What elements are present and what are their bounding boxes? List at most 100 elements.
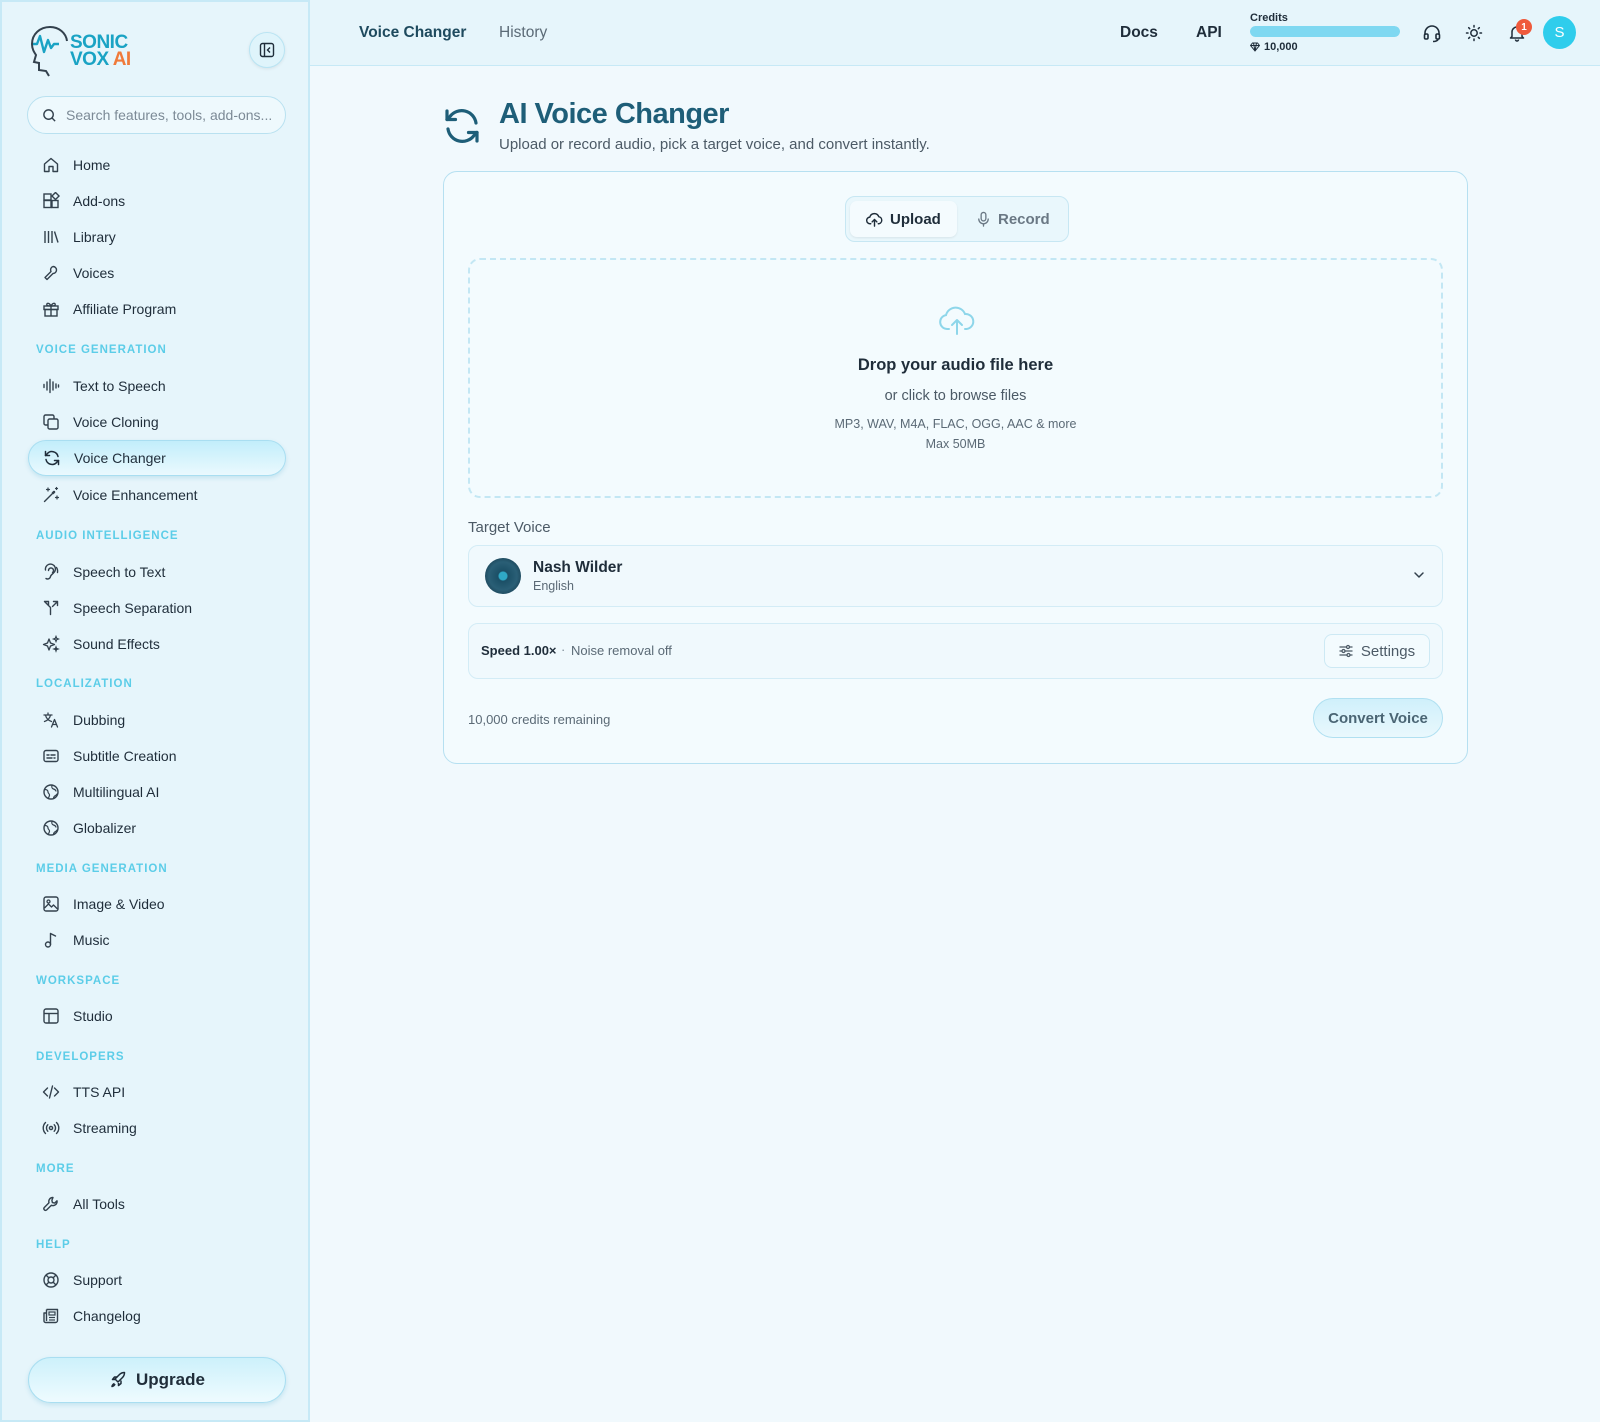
credits-progress-fill bbox=[1250, 26, 1400, 37]
sidebar-item-voices[interactable]: Voices bbox=[28, 255, 286, 291]
upload-tab-label: Upload bbox=[890, 210, 941, 228]
sidebar-item-image-video[interactable]: Image & Video bbox=[28, 886, 286, 922]
magic-wand-icon bbox=[43, 486, 60, 503]
broadcast-icon bbox=[42, 1121, 60, 1135]
section-title-localization: LOCALIZATION bbox=[36, 678, 133, 690]
sidebar-item-home[interactable]: Home bbox=[28, 147, 286, 183]
sidebar-item-subtitle-creation[interactable]: Subtitle Creation bbox=[28, 738, 286, 774]
voices-icon bbox=[44, 265, 58, 281]
record-tab[interactable]: Record bbox=[960, 201, 1066, 237]
sidebar-item-voice-changer[interactable]: Voice Changer bbox=[28, 440, 286, 476]
sidebar-item-add-ons[interactable]: Add-ons bbox=[28, 183, 286, 219]
cloud-upload-icon bbox=[866, 212, 883, 227]
audio-dropzone[interactable]: Drop your audio file here or click to br… bbox=[468, 258, 1443, 498]
split-icon bbox=[43, 600, 59, 616]
sidebar-item-label: Voices bbox=[73, 265, 115, 281]
target-voice-select[interactable]: Nash Wilder English bbox=[468, 545, 1443, 607]
subtitles-icon bbox=[43, 749, 59, 763]
upload-tab[interactable]: Upload bbox=[850, 201, 957, 237]
settings-button-label: Settings bbox=[1360, 642, 1416, 660]
sidebar-item-support[interactable]: Support bbox=[28, 1262, 286, 1298]
docs-link[interactable]: Docs bbox=[1120, 24, 1158, 42]
code-icon bbox=[42, 1085, 60, 1099]
sidebar-item-all-tools[interactable]: All Tools bbox=[28, 1186, 286, 1222]
credits-value: 10,000 bbox=[1264, 41, 1298, 53]
sidebar-item-label: Affiliate Program bbox=[73, 301, 177, 317]
collapse-sidebar-button[interactable] bbox=[249, 32, 285, 68]
section-title-more: MORE bbox=[36, 1163, 75, 1175]
sidebar-item-text-to-speech[interactable]: Text to Speech bbox=[28, 368, 286, 404]
sidebar-item-label: Streaming bbox=[73, 1120, 137, 1136]
microphone-icon bbox=[978, 211, 989, 227]
sidebar-item-label: Text to Speech bbox=[73, 378, 166, 394]
credits-value-row: 10,000 bbox=[1250, 41, 1298, 53]
sidebar-item-multilingual-ai[interactable]: Multilingual AI bbox=[28, 774, 286, 810]
notification-count-badge: 1 bbox=[1516, 19, 1532, 35]
copy-icon bbox=[43, 414, 59, 430]
speed-value: Speed 1.00× bbox=[481, 643, 557, 658]
sidebar-item-affiliate-program[interactable]: Affiliate Program bbox=[28, 291, 286, 327]
target-voice-label: Target Voice bbox=[468, 519, 551, 536]
dropzone-title: Drop your audio file here bbox=[857, 356, 1054, 374]
input-mode-toggle: Upload Record bbox=[845, 196, 1069, 242]
sidebar-item-label: Changelog bbox=[73, 1308, 141, 1324]
sliders-icon bbox=[1339, 644, 1353, 658]
image-icon bbox=[43, 896, 59, 912]
sidebar-item-music[interactable]: Music bbox=[28, 922, 286, 958]
sidebar-item-tts-api[interactable]: TTS API bbox=[28, 1074, 286, 1110]
sidebar-item-library[interactable]: Library bbox=[28, 219, 286, 255]
headset-icon bbox=[1423, 25, 1441, 43]
noise-removal-status: Noise removal off bbox=[571, 643, 672, 658]
sidebar-item-label: Globalizer bbox=[73, 820, 137, 836]
search-input[interactable] bbox=[66, 107, 276, 123]
credits-remaining: 10,000 credits remaining bbox=[468, 712, 611, 727]
sidebar-item-dubbing[interactable]: Dubbing bbox=[28, 702, 286, 738]
globe-icon bbox=[43, 820, 59, 836]
sidebar-item-sound-effects[interactable]: Sound Effects bbox=[28, 626, 286, 662]
sidebar-item-streaming[interactable]: Streaming bbox=[28, 1110, 286, 1146]
sidebar-item-speech-to-text[interactable]: Speech to Text bbox=[28, 554, 286, 590]
user-avatar[interactable]: S bbox=[1543, 16, 1576, 49]
sidebar-item-speech-separation[interactable]: Speech Separation bbox=[28, 590, 286, 626]
page-title: AI Voice Changer bbox=[499, 98, 729, 130]
tab-history[interactable]: History bbox=[499, 24, 547, 42]
cloud-upload-icon bbox=[939, 306, 975, 335]
sidebar-item-label: Sound Effects bbox=[73, 636, 160, 652]
sidebar-item-changelog[interactable]: Changelog bbox=[28, 1298, 286, 1334]
add-ons-icon bbox=[43, 192, 60, 209]
sidebar-item-label: Image & Video bbox=[73, 896, 165, 912]
theme-toggle-button[interactable] bbox=[1461, 20, 1487, 46]
settings-button[interactable]: Settings bbox=[1324, 634, 1430, 668]
globe-icon bbox=[43, 784, 59, 800]
convert-voice-button[interactable]: Convert Voice bbox=[1313, 698, 1443, 738]
brand-logo[interactable]: SONIC VOX AI bbox=[28, 24, 138, 78]
support-headset-button[interactable] bbox=[1419, 20, 1445, 46]
gem-icon bbox=[1250, 42, 1260, 52]
record-tab-label: Record bbox=[998, 210, 1050, 228]
lifebuoy-icon bbox=[43, 1272, 59, 1288]
home-icon bbox=[43, 157, 59, 173]
music-icon bbox=[44, 932, 57, 948]
sun-icon bbox=[1465, 24, 1483, 42]
waveform-icon bbox=[43, 378, 60, 394]
upgrade-button[interactable]: Upgrade bbox=[28, 1357, 286, 1403]
voice-changer-card: Upload Record Drop your audio file here … bbox=[443, 171, 1468, 764]
layout-icon bbox=[43, 1008, 59, 1024]
voice-name: Nash Wilder bbox=[533, 559, 623, 576]
voice-settings-summary: Speed 1.00× · Noise removal off Settings bbox=[468, 623, 1443, 679]
dropzone-subtitle: or click to browse files bbox=[884, 388, 1027, 404]
ear-icon bbox=[44, 563, 59, 580]
sidebar-item-studio[interactable]: Studio bbox=[28, 998, 286, 1034]
tab-voice-changer[interactable]: Voice Changer bbox=[359, 24, 466, 42]
sidebar-item-voice-cloning[interactable]: Voice Cloning bbox=[28, 404, 286, 440]
api-link[interactable]: API bbox=[1196, 24, 1222, 42]
sidebar-item-label: Studio bbox=[73, 1008, 113, 1024]
sidebar-item-label: Add-ons bbox=[73, 193, 126, 209]
translate-icon bbox=[43, 712, 59, 728]
sidebar-item-globalizer[interactable]: Globalizer bbox=[28, 810, 286, 846]
brand-line2-accent: AI bbox=[112, 49, 132, 70]
sidebar-item-voice-enhancement[interactable]: Voice Enhancement bbox=[28, 477, 286, 513]
sidebar-item-label: TTS API bbox=[73, 1084, 126, 1100]
section-title-audio-intelligence: AUDIO INTELLIGENCE bbox=[36, 530, 179, 542]
sidebar-item-label: Speech Separation bbox=[73, 600, 193, 616]
